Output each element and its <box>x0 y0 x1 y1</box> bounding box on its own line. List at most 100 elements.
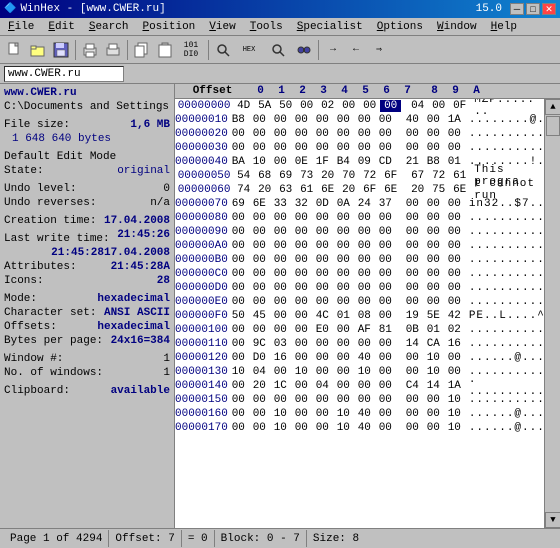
hex-byte[interactable]: 20 <box>407 184 428 196</box>
hex-byte[interactable]: 00 <box>375 282 396 294</box>
hex-byte[interactable]: 9C <box>249 338 270 350</box>
hex-byte[interactable]: 00 <box>375 254 396 266</box>
hex-byte[interactable]: 1F <box>312 156 333 168</box>
row-offset[interactable]: 000000B0 <box>175 254 228 266</box>
hex-byte[interactable]: 20 <box>317 170 338 182</box>
search-hex-button[interactable]: HEX <box>235 39 263 61</box>
table-row[interactable]: 000001700000100000104000000010......@...… <box>175 421 544 435</box>
hex-byte[interactable]: 0E <box>291 156 312 168</box>
hex-byte[interactable]: 00 <box>423 408 444 420</box>
hex-byte[interactable]: 45 <box>249 310 270 322</box>
menu-view[interactable]: View <box>203 20 241 34</box>
table-row[interactable]: 0000014000201C0004000000C4141A. ........… <box>175 379 544 393</box>
hex-byte[interactable]: 00 <box>291 310 312 322</box>
hex-byte[interactable]: 1A <box>444 380 465 392</box>
hex-byte[interactable]: 00 <box>312 254 333 266</box>
hex-byte[interactable]: 00 <box>333 240 354 252</box>
hex-byte[interactable]: 6F <box>380 170 401 182</box>
hex-byte[interactable]: 00 <box>270 240 291 252</box>
hex-byte[interactable]: 10 <box>444 422 465 434</box>
row-offset[interactable]: 00000030 <box>175 142 228 154</box>
hex-byte[interactable]: 40 <box>354 352 375 364</box>
hex-byte[interactable]: 00 <box>423 198 444 210</box>
row-offset[interactable]: 00000020 <box>175 128 228 140</box>
hex-byte[interactable]: CD <box>375 156 396 168</box>
hex-byte[interactable]: 00 <box>291 240 312 252</box>
search-button[interactable] <box>212 39 234 61</box>
hex-byte[interactable]: 00 <box>228 394 249 406</box>
hex-byte[interactable]: 16 <box>444 338 465 350</box>
hex-byte[interactable]: 00 <box>333 296 354 308</box>
hex-byte[interactable]: 00 <box>444 226 465 238</box>
row-offset[interactable]: 00000060 <box>175 184 233 196</box>
hex-byte[interactable]: 00 <box>354 226 375 238</box>
hex-byte[interactable]: 00 <box>228 142 249 154</box>
hex-byte[interactable]: 1A <box>444 114 465 126</box>
save-button[interactable] <box>50 39 72 61</box>
menu-window[interactable]: Window <box>431 20 483 34</box>
hex-byte[interactable]: 6E <box>249 198 270 210</box>
hex-byte[interactable]: 00 <box>249 282 270 294</box>
hex-byte[interactable]: 00 <box>444 254 465 266</box>
hex-byte[interactable]: 00 <box>402 352 423 364</box>
hex-byte[interactable]: 00 <box>402 212 423 224</box>
hex-byte[interactable]: 00 <box>312 212 333 224</box>
hex-byte[interactable]: 00 <box>375 352 396 364</box>
hex-byte[interactable]: 42 <box>444 310 465 322</box>
hex-byte[interactable]: 5A <box>254 100 275 112</box>
hex-byte[interactable]: 00 <box>312 282 333 294</box>
hex-byte[interactable]: 50 <box>275 100 296 112</box>
hex-byte[interactable]: 00 <box>270 310 291 322</box>
hex-byte[interactable]: 00 <box>375 338 396 350</box>
hex-byte[interactable]: 00 <box>249 324 270 336</box>
hex-byte[interactable]: 00 <box>291 114 312 126</box>
row-offset[interactable]: 00000010 <box>175 114 228 126</box>
hex-byte[interactable]: 00 <box>375 226 396 238</box>
hex-byte[interactable]: 00 <box>402 422 423 434</box>
hex-byte[interactable]: 00 <box>333 394 354 406</box>
hex-byte[interactable]: 00 <box>228 282 249 294</box>
hex-byte[interactable]: 00 <box>333 226 354 238</box>
hex-byte[interactable]: 00 <box>354 338 375 350</box>
hex-byte[interactable]: 00 <box>375 394 396 406</box>
hex-byte[interactable]: 40 <box>354 422 375 434</box>
table-row[interactable]: 000000800000000000000000000000..........… <box>175 211 544 225</box>
hex-byte[interactable]: 0A <box>333 198 354 210</box>
hex-byte[interactable]: 63 <box>275 184 296 196</box>
hex-byte[interactable]: 00 <box>359 100 380 112</box>
table-row[interactable]: 00000010B80000000000000040001A........@.… <box>175 113 544 127</box>
hex-byte[interactable]: 00 <box>249 254 270 266</box>
hex-byte[interactable]: 10 <box>333 422 354 434</box>
table-row[interactable]: 000000A00000000000000000000000..........… <box>175 239 544 253</box>
hex-byte[interactable]: 00 <box>249 142 270 154</box>
hex-byte[interactable]: 00 <box>444 296 465 308</box>
hex-byte[interactable]: 00 <box>270 366 291 378</box>
hex-byte[interactable]: 37 <box>375 198 396 210</box>
hex-byte[interactable]: 00 <box>312 394 333 406</box>
hex-byte[interactable]: 00 <box>375 142 396 154</box>
row-offset[interactable]: 00000110 <box>175 338 228 350</box>
hex-byte[interactable]: 10 <box>423 366 444 378</box>
table-row[interactable]: 000000F0504500004C010800195E42PE..L....^… <box>175 309 544 323</box>
table-row[interactable]: 00000070696E33320D0A2437000000in32..$7..… <box>175 197 544 211</box>
hex-byte[interactable]: E0 <box>312 324 333 336</box>
hex-byte[interactable]: 00 <box>228 268 249 280</box>
table-row[interactable]: 000000E00000000000000000000000..........… <box>175 295 544 309</box>
hex-byte[interactable]: 50 <box>228 310 249 322</box>
hex-byte[interactable]: 4C <box>312 310 333 322</box>
hex-byte[interactable]: 00 <box>402 198 423 210</box>
hex-byte[interactable]: B8 <box>423 156 444 168</box>
hex-byte[interactable]: 68 <box>254 170 275 182</box>
hex-byte[interactable]: 00 <box>402 226 423 238</box>
hex-byte[interactable]: 14 <box>423 380 444 392</box>
hex-byte[interactable]: 00 <box>291 254 312 266</box>
hex-byte[interactable]: 00 <box>291 296 312 308</box>
row-offset[interactable]: 000000E0 <box>175 296 228 308</box>
hex-byte[interactable]: 00 <box>375 408 396 420</box>
hex-byte[interactable]: 00 <box>270 268 291 280</box>
hex-byte[interactable]: 00 <box>228 226 249 238</box>
hex-byte[interactable]: 00 <box>228 296 249 308</box>
hex-byte[interactable]: CA <box>423 338 444 350</box>
hex-byte[interactable]: 00 <box>228 324 249 336</box>
hex-byte[interactable]: 00 <box>249 394 270 406</box>
